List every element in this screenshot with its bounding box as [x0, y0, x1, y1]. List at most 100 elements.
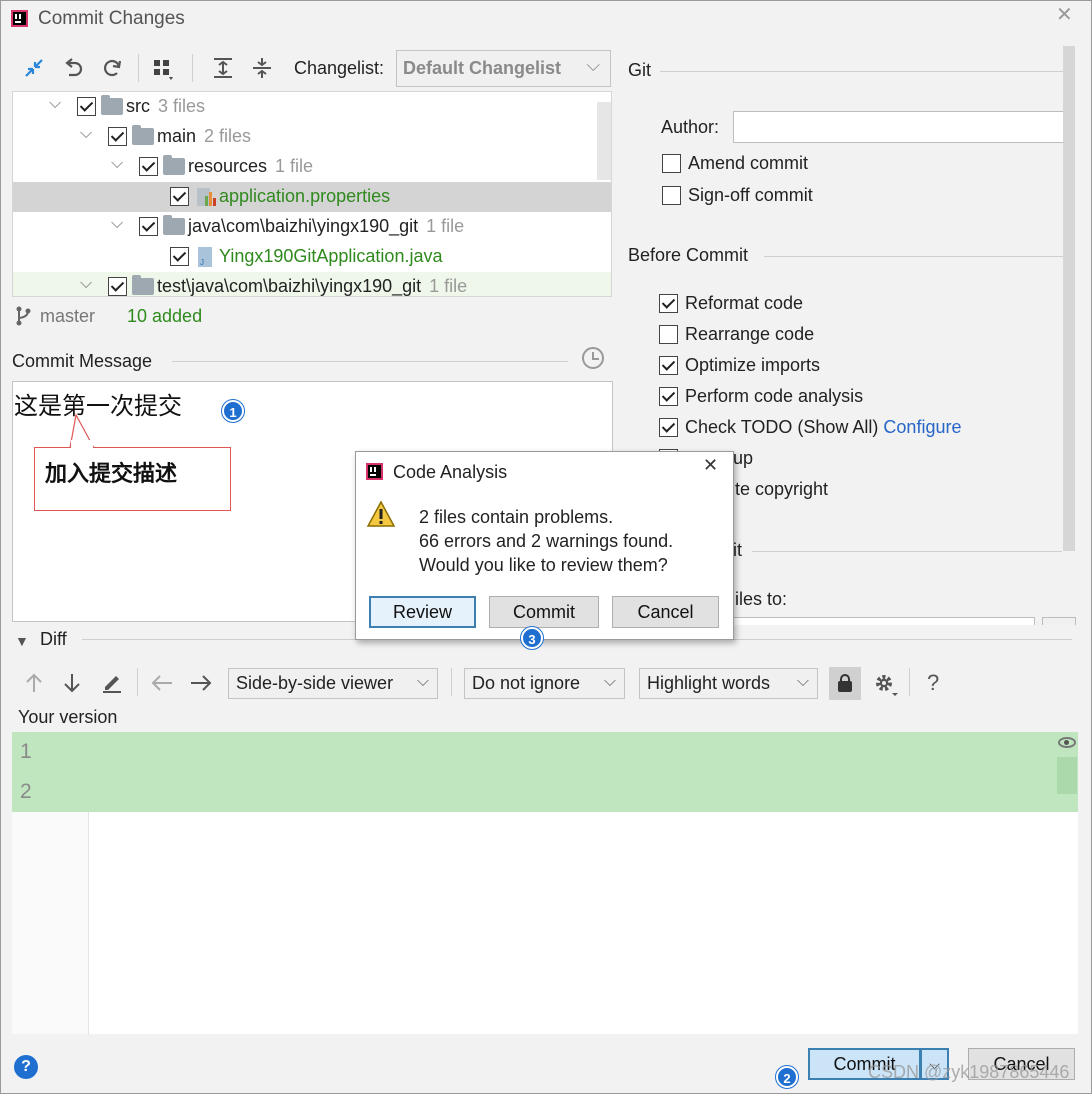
todo-label[interactable]: Check TODO (Show All) [685, 417, 878, 437]
checkbox[interactable] [108, 277, 127, 296]
svg-text:J: J [200, 258, 204, 267]
divider [764, 256, 1074, 257]
changelist-select[interactable]: Default Changelist ⌵ [396, 50, 611, 87]
signoff-checkbox[interactable] [662, 186, 681, 205]
back-arrow-icon[interactable] [150, 672, 174, 694]
checkbox[interactable] [170, 247, 189, 266]
chevron-down-icon: ⌵ [796, 673, 809, 690]
chevron-down-icon[interactable]: ⌵ [80, 125, 92, 143]
amend-checkbox[interactable] [662, 154, 681, 173]
tree-item-name: application.properties [219, 186, 391, 206]
branch-name[interactable]: master [40, 306, 95, 327]
tree-item-name: resources [188, 156, 268, 176]
folder-icon [132, 275, 154, 295]
cleanup-label[interactable]: up [733, 448, 753, 469]
todo-checkbox[interactable] [659, 418, 678, 437]
undo-icon[interactable] [62, 56, 86, 80]
signoff-label[interactable]: Sign-off commit [688, 185, 813, 206]
tree-item-meta: 3 files [158, 96, 206, 116]
tree-row[interactable]: ⌵ resources 1 file [13, 152, 611, 182]
chevron-down-icon[interactable]: ⌵ [111, 155, 123, 173]
checkbox[interactable] [139, 217, 158, 236]
tree-row[interactable]: ⌵ test\java\com\baizhi\yingx190_git 1 fil… [13, 272, 611, 296]
checkbox[interactable] [108, 127, 127, 146]
eye-icon[interactable] [1058, 737, 1076, 748]
toolbar-separator [192, 54, 193, 82]
checkbox[interactable] [139, 157, 158, 176]
expand-all-icon[interactable] [211, 56, 235, 80]
configure-link[interactable]: Configure [883, 417, 961, 437]
rearrange-checkbox[interactable] [659, 325, 678, 344]
collapse-diff-icon[interactable]: ▼ [15, 633, 29, 649]
tree-item-meta: 2 files [204, 126, 252, 146]
watermark: CSDN @zyk1987865446 [868, 1062, 1070, 1082]
tree-row[interactable]: J Yingx190GitApplication.java [13, 242, 611, 272]
previous-difference-icon[interactable] [24, 672, 44, 694]
chevron-down-icon: ⌵ [416, 673, 429, 690]
changes-tree[interactable]: ⌵ src 3 files ⌵ main 2 files ⌵ resources 1 … [12, 91, 612, 297]
history-icon[interactable] [582, 347, 604, 369]
author-input[interactable] [733, 111, 1072, 143]
group-by-icon[interactable] [152, 56, 178, 82]
changelist-value: Default Changelist [403, 58, 562, 78]
tree-row[interactable]: ⌵ src 3 files [13, 92, 611, 122]
edit-source-icon[interactable] [100, 670, 124, 694]
forward-arrow-icon[interactable] [189, 672, 213, 694]
chevron-down-icon[interactable]: ⌵ [111, 215, 123, 233]
next-difference-icon[interactable] [62, 672, 82, 694]
tree-item-name: Yingx190GitApplication.java [219, 246, 443, 266]
reformat-label[interactable]: Reformat code [685, 293, 803, 314]
dialog-message-line: 66 errors and 2 warnings found. [419, 531, 674, 551]
callout-joint [71, 440, 93, 449]
analysis-checkbox[interactable] [659, 387, 678, 406]
lock-toggle-button[interactable] [829, 667, 861, 700]
dialog-commit-button[interactable]: Commit [489, 596, 599, 628]
move-icon[interactable] [22, 56, 46, 80]
added-lines-highlight [12, 732, 1078, 812]
properties-file-icon [197, 188, 216, 206]
collapse-all-icon[interactable] [250, 56, 274, 80]
tree-item-name: src [126, 96, 150, 116]
reformat-checkbox[interactable] [659, 294, 678, 313]
optimize-label[interactable]: Optimize imports [685, 355, 820, 376]
help-icon[interactable]: ? [927, 670, 939, 696]
app-logo-icon [11, 10, 28, 27]
added-count: 10 added [127, 306, 203, 326]
checkbox[interactable] [77, 97, 96, 116]
checkbox[interactable] [170, 187, 189, 206]
rearrange-label[interactable]: Rearrange code [685, 324, 814, 345]
close-icon[interactable]: ✕ [703, 455, 718, 476]
upload-target-input[interactable] [733, 617, 1035, 625]
review-button[interactable]: Review [369, 596, 476, 628]
toolbar-separator [451, 668, 452, 696]
folder-icon [132, 125, 154, 145]
folder-icon [163, 155, 185, 175]
viewer-select[interactable]: Side-by-side viewer ⌵ [228, 668, 438, 699]
tree-row[interactable]: ⌵ main 2 files [13, 122, 611, 152]
ignore-select[interactable]: Do not ignore ⌵ [464, 668, 625, 699]
refresh-icon[interactable] [100, 56, 124, 80]
tree-scrollbar[interactable] [597, 102, 611, 180]
commit-message-label: Commit Message [12, 351, 153, 371]
tree-row[interactable]: ⌵ java\com\baizhi\yingx190_git 1 file [13, 212, 611, 242]
chevron-down-icon: ⌵ [603, 673, 616, 690]
right-panel-scrollbar[interactable] [1063, 46, 1075, 551]
chevron-down-icon[interactable]: ⌵ [49, 95, 61, 113]
chevron-down-icon[interactable]: ⌵ [80, 275, 92, 293]
changelist-label: Changelist: [294, 58, 385, 78]
step-badge-1: 1 [222, 400, 244, 422]
analysis-label[interactable]: Perform code analysis [685, 386, 863, 407]
highlight-select[interactable]: Highlight words ⌵ [639, 668, 818, 699]
diff-scroll-marker[interactable] [1057, 757, 1077, 794]
copyright-label[interactable]: te copyright [735, 479, 828, 500]
close-icon[interactable]: ✕ [1056, 2, 1073, 27]
tree-row-selected[interactable]: application.properties [13, 182, 611, 212]
help-button[interactable]: ? [14, 1055, 38, 1079]
step-badge-2: 2 [776, 1066, 798, 1088]
tree-item-name: test\java\com\baizhi\yingx190_git [157, 276, 422, 296]
browse-button[interactable] [1042, 617, 1076, 625]
amend-label[interactable]: Amend commit [688, 153, 808, 174]
settings-gear-icon[interactable] [872, 671, 900, 697]
dialog-cancel-button[interactable]: Cancel [612, 596, 719, 628]
optimize-checkbox[interactable] [659, 356, 678, 375]
